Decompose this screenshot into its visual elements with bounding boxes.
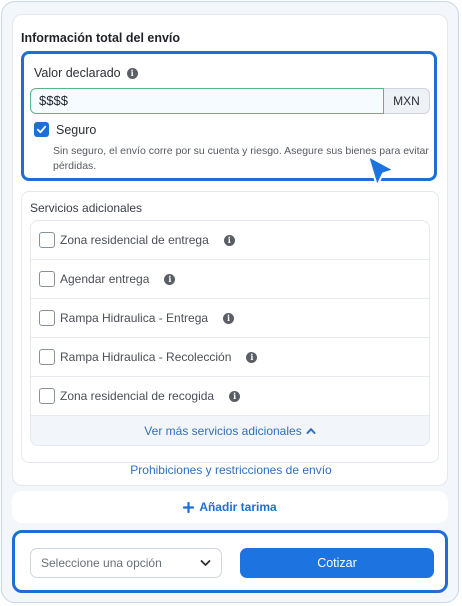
plus-icon (183, 501, 195, 513)
service-label: Agendar entrega (60, 272, 150, 286)
shipping-info-card: Información total del envío Valor declar… (12, 14, 448, 486)
service-label: Zona residencial de recogida (60, 389, 215, 403)
restrictions-link[interactable]: Prohibiciones y restricciones de envío (13, 463, 449, 477)
service-item[interactable]: Rampa Hidraulica - Entrega i (31, 299, 429, 338)
add-pallet-label: Añadir tarima (199, 500, 277, 514)
service-label: Rampa Hidraulica - Recolección (60, 350, 232, 364)
service-item[interactable]: Zona residencial de entrega i (31, 221, 429, 260)
service-checkbox[interactable] (39, 388, 55, 404)
more-services-label: Ver más servicios adicionales (144, 424, 302, 438)
quote-footer: Seleccione una opción Cotizar (12, 530, 448, 593)
info-icon[interactable]: i (246, 351, 258, 363)
declared-value-panel: Valor declarado i $$$$ MXN Seguro Sin se… (21, 51, 437, 187)
info-icon[interactable]: i (223, 234, 235, 246)
service-checkbox[interactable] (39, 310, 55, 326)
service-checkbox[interactable] (39, 271, 55, 287)
service-item[interactable]: Rampa Hidraulica - Recolección i (31, 338, 429, 377)
section-title: Información total del envío (21, 31, 181, 45)
insurance-checkbox-row[interactable]: Seguro (34, 122, 96, 137)
service-checkbox[interactable] (39, 232, 55, 248)
quote-button[interactable]: Cotizar (240, 548, 434, 578)
service-item[interactable]: Zona residencial de recogida i (31, 377, 429, 416)
declared-value-input[interactable]: $$$$ (30, 88, 384, 114)
info-icon[interactable]: i (223, 312, 235, 324)
more-services-toggle[interactable]: Ver más servicios adicionales (31, 416, 429, 445)
insurance-checkbox[interactable] (34, 122, 49, 137)
check-icon (36, 125, 47, 134)
declared-value-label-row: Valor declarado i (34, 66, 138, 80)
declared-value-input-group: $$$$ MXN (30, 88, 430, 114)
option-select[interactable]: Seleccione una opción (30, 548, 222, 578)
declared-value-label: Valor declarado (34, 66, 121, 80)
add-pallet-button[interactable]: Añadir tarima (12, 491, 448, 523)
additional-services-panel: Servicios adicionales Zona residencial d… (21, 191, 439, 463)
pointer-cursor-icon (367, 155, 395, 187)
service-label: Zona residencial de entrega (60, 233, 209, 247)
info-icon[interactable]: i (126, 67, 138, 79)
service-checkbox[interactable] (39, 349, 55, 365)
currency-addon: MXN (384, 88, 430, 114)
option-select-placeholder: Seleccione una opción (41, 556, 162, 570)
service-item[interactable]: Agendar entrega i (31, 260, 429, 299)
additional-services-list: Zona residencial de entrega i Agendar en… (30, 220, 430, 446)
additional-services-title: Servicios adicionales (30, 201, 143, 215)
info-icon[interactable]: i (229, 390, 241, 402)
info-icon[interactable]: i (164, 273, 176, 285)
chevron-up-icon (306, 428, 316, 434)
service-label: Rampa Hidraulica - Entrega (60, 311, 209, 325)
insurance-label: Seguro (56, 122, 97, 137)
chevron-down-icon (200, 560, 211, 566)
